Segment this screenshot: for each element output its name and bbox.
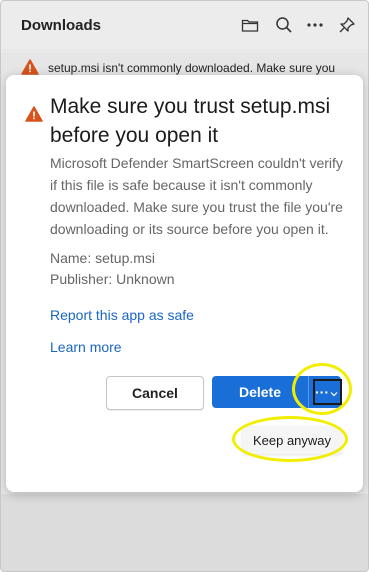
report-safe-link[interactable]: Report this app as safe <box>50 307 194 323</box>
more-icon[interactable] <box>303 13 327 37</box>
chevron-down-icon <box>330 385 338 403</box>
file-name-line: Name: setup.msi <box>50 250 156 266</box>
folder-icon[interactable] <box>238 13 262 37</box>
search-icon[interactable] <box>272 13 296 37</box>
cancel-button[interactable]: Cancel <box>106 376 204 410</box>
learn-more-link[interactable]: Learn more <box>50 339 122 355</box>
delete-button[interactable]: Delete <box>212 376 308 408</box>
dialog-body: Microsoft Defender SmartScreen couldn't … <box>50 155 343 237</box>
keep-anyway-menu-item[interactable]: Keep anyway <box>242 426 342 454</box>
more-options-button[interactable]: ··· <box>308 376 341 408</box>
publisher-line: Publisher: Unknown <box>50 271 175 287</box>
warning-icon <box>25 106 43 127</box>
pin-icon[interactable] <box>335 13 359 37</box>
more-dots: ··· <box>315 384 329 400</box>
panel-title: Downloads <box>21 17 102 34</box>
banner-text: setup.msi isn't commonly downloaded. Mak… <box>48 61 336 75</box>
downloads-header: Downloads <box>1 1 368 49</box>
smartscreen-dialog: Make sure you trust setup.msi before you… <box>6 75 363 492</box>
dialog-title: Make sure you trust setup.msi before you… <box>50 95 331 147</box>
panel-lower-area <box>1 494 368 571</box>
